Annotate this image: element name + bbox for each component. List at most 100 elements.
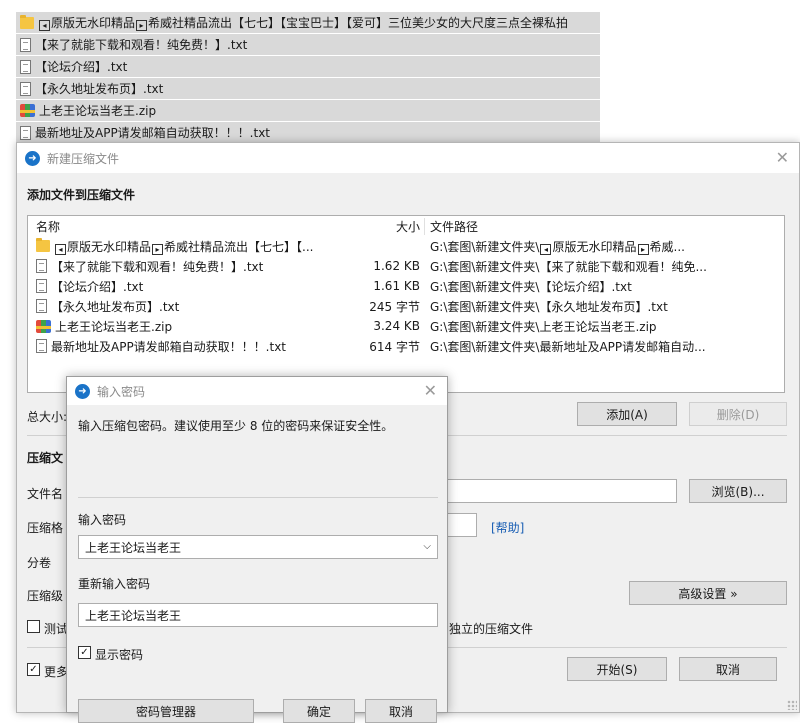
image-glyph-icon: ◂ [39, 20, 50, 31]
add-button[interactable]: 添加(A) [577, 402, 677, 426]
advanced-settings-button[interactable]: 高级设置 » [629, 581, 787, 605]
bg-file-name: 【论坛介绍】.txt [35, 60, 128, 74]
file-name-part: 希威社精品流出【七七】【... [164, 239, 314, 254]
bg-file-name: 最新地址及APP请发邮箱自动获取！！！.txt [35, 126, 271, 140]
column-header-path[interactable]: 文件路径 [424, 217, 784, 235]
file-name: 【论坛介绍】.txt [51, 279, 144, 294]
test-checkbox[interactable] [27, 620, 40, 633]
delete-button[interactable]: 删除(D) [689, 402, 787, 426]
bg-folder-name-part1: 原版无水印精品 [51, 16, 136, 30]
background-file-list: ◂ 原版无水印精品 ▸ 希威社精品流出【七七】【宝宝巴士】【爱可】三位美少女的大尺度三… [16, 12, 600, 144]
compression-level-label: 压缩级 [27, 589, 64, 603]
file-row[interactable]: 【永久地址发布页】.txt 245 字节 G:\套图\新建文件夹\【永久地址发布… [28, 296, 784, 316]
divider [78, 497, 438, 498]
file-path: G:\套图\新建文件夹\【永久地址发布页】.txt [430, 299, 668, 314]
more-checkbox[interactable]: ✓ [27, 663, 40, 676]
archive-section-label: 压缩文 [27, 451, 64, 465]
reenter-password-value: 上老王论坛当老王 [85, 608, 182, 623]
cancel-button[interactable]: 取消 [679, 657, 777, 681]
separate-archive-option[interactable]: 独立的压缩文件 [449, 620, 533, 637]
txt-file-icon [36, 339, 47, 353]
image-glyph-icon: ◂ [55, 243, 66, 255]
file-row[interactable]: 最新地址及APP请发邮箱自动获取！！！.txt 614 字节 G:\套图\新建文… [28, 336, 784, 356]
test-checkbox-label: 测试 [44, 622, 69, 636]
file-path: G:\套图\新建文件夹\【来了就能下载和观看！纯免... [430, 259, 707, 274]
password-dialog: ➜ 输入密码 ✕ 输入压缩包密码。建议使用至少 8 位的密码来保证安全性。 输入… [66, 376, 448, 723]
background-file-row[interactable]: ◂ 原版无水印精品 ▸ 希威社精品流出【七七】【宝宝巴士】【爱可】三位美少女的大尺度三… [16, 12, 600, 33]
bg-file-name: 【永久地址发布页】.txt [35, 82, 164, 96]
background-file-row[interactable]: 【来了就能下载和观看！纯免费！】.txt [16, 34, 600, 55]
image-glyph-icon: ▸ [637, 243, 649, 255]
txt-file-icon [20, 37, 31, 52]
folder-icon [20, 14, 34, 29]
dialog-title: 新建压缩文件 [47, 151, 120, 166]
password-value: 上老王论坛当老王 [85, 540, 182, 555]
show-password-label: 显示密码 [95, 648, 144, 662]
background-file-row[interactable]: 最新地址及APP请发邮箱自动获取！！！.txt [16, 122, 600, 143]
password-input[interactable]: 上老王论坛当老王 ⌵ [78, 535, 438, 559]
total-size-label: 总大小: [27, 410, 68, 424]
password-label: 输入密码 [78, 513, 127, 527]
password-manager-button[interactable]: 密码管理器 [78, 699, 254, 723]
file-path: G:\套图\新建文件夹\最新地址及APP请发邮箱自动... [430, 339, 706, 354]
file-list-header: 名称 大小 文件路径 [28, 216, 784, 236]
column-header-name[interactable]: 名称 [28, 218, 328, 235]
resize-grip-icon[interactable] [787, 700, 797, 710]
txt-file-icon [36, 299, 47, 313]
help-link[interactable]: [帮助] [491, 519, 524, 536]
background-file-row[interactable]: 【永久地址发布页】.txt [16, 78, 600, 99]
password-cancel-button[interactable]: 取消 [365, 699, 437, 723]
more-checkbox-label: 更多 [44, 665, 69, 679]
file-name: 上老王论坛当老王.zip [55, 319, 173, 334]
bg-folder-name-part2: 希威社精品流出【七七】【宝宝巴士】【爱可】三位美少女的大尺度三点全裸私拍 [148, 16, 569, 30]
file-list[interactable]: 名称 大小 文件路径 ◂ 原版无水印精品 ▸ 希威社精品流出【七七】【... G:\套… [27, 215, 785, 393]
txt-file-icon [20, 125, 31, 140]
txt-file-icon [20, 81, 31, 96]
file-path-part: 原版无水印精品 [552, 239, 637, 254]
format-label: 压缩格 [27, 521, 64, 535]
close-icon[interactable]: ✕ [424, 381, 437, 400]
column-header-size[interactable]: 大小 [328, 218, 424, 235]
file-row[interactable]: 【来了就能下载和观看！纯免费！】.txt 1.62 KB G:\套图\新建文件夹… [28, 256, 784, 276]
reenter-password-label: 重新输入密码 [78, 577, 151, 591]
file-path: G:\套图\新建文件夹\上老王论坛当老王.zip [430, 319, 657, 334]
show-password-checkbox[interactable]: ✓ [78, 646, 91, 659]
file-row[interactable]: 【论坛介绍】.txt 1.61 KB G:\套图\新建文件夹\【论坛介绍】.tx… [28, 276, 784, 296]
password-instruction: 输入压缩包密码。建议使用至少 8 位的密码来保证安全性。 [78, 419, 394, 433]
chevron-down-icon[interactable]: ⌵ [423, 541, 431, 552]
close-icon[interactable]: ✕ [776, 148, 789, 167]
section-title: 添加文件到压缩文件 [27, 188, 136, 202]
folder-icon [36, 238, 50, 252]
txt-file-icon [36, 279, 47, 293]
app-logo-icon: ➜ [75, 383, 90, 399]
volume-label: 分卷 [27, 556, 52, 570]
file-path: G:\套图\新建文件夹\【论坛介绍】.txt [430, 279, 632, 294]
password-dialog-titlebar: ➜ 输入密码 ✕ [67, 377, 447, 405]
image-glyph-icon: ◂ [540, 243, 552, 255]
ok-button[interactable]: 确定 [283, 699, 355, 723]
file-name: 【来了就能下载和观看！纯免费！】.txt [51, 259, 264, 274]
file-name-part: 原版无水印精品 [67, 239, 152, 254]
password-dialog-title: 输入密码 [97, 384, 146, 399]
file-row[interactable]: 上老王论坛当老王.zip 3.24 KB G:\套图\新建文件夹\上老王论坛当老… [28, 316, 784, 336]
reenter-password-input[interactable]: 上老王论坛当老王 [78, 603, 438, 627]
zip-archive-icon [20, 104, 35, 117]
image-glyph-icon: ▸ [152, 243, 164, 255]
background-file-row[interactable]: 上老王论坛当老王.zip [16, 100, 600, 121]
txt-file-icon [36, 259, 47, 273]
filename-label: 文件名 [27, 487, 64, 501]
bg-file-name: 上老王论坛当老王.zip [39, 104, 157, 118]
browse-button[interactable]: 浏览(B)... [689, 479, 787, 503]
file-row[interactable]: ◂ 原版无水印精品 ▸ 希威社精品流出【七七】【... G:\套图\新建文件夹\ ◂ 原版… [28, 236, 784, 256]
file-size: 245 字节 [369, 299, 420, 314]
start-button[interactable]: 开始(S) [567, 657, 667, 681]
bg-file-name: 【来了就能下载和观看！纯免费！】.txt [35, 38, 248, 52]
image-glyph-icon: ▸ [136, 20, 148, 31]
file-path-part: G:\套图\新建文件夹\ [430, 239, 540, 254]
file-size: 614 字节 [369, 339, 420, 354]
background-file-row[interactable]: 【论坛介绍】.txt [16, 56, 600, 77]
file-path-part: 希威... [649, 239, 685, 254]
dialog-titlebar: ➜ 新建压缩文件 ✕ [17, 143, 799, 173]
zip-archive-icon [36, 319, 51, 333]
file-size: 1.61 KB [373, 279, 420, 293]
